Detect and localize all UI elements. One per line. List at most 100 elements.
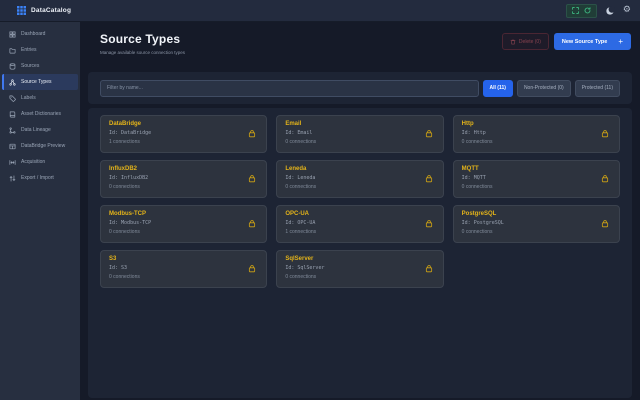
sidebar-item-label: Dashboard [21,31,46,37]
sidebar-item-export-import[interactable]: Export / Import [2,170,78,186]
source-types-panel: DataBridge Id: DataBridge 1 connections … [88,108,632,398]
sidebar-item-label: Entries [21,47,37,53]
card-id: Id: InfluxDB2 [109,174,149,181]
card-id: Id: Email [285,129,313,136]
settings-button[interactable]: ⚙ [623,6,631,15]
moon-icon [606,5,615,15]
horizontal-arrows-icon [9,159,16,165]
card-connections: 0 connections [285,138,317,145]
card-connections: 1 connections [285,228,317,235]
card-title: Leneda [285,166,307,172]
page-title: Source Types [100,32,181,46]
sidebar-item-source-types[interactable]: Source Types [2,74,78,90]
source-type-card-http[interactable]: Http Id: Http 0 connections [452,115,620,153]
card-title: S3 [109,256,117,262]
sidebar-item-dashboard[interactable]: Dashboard [2,26,78,42]
book-icon [9,111,16,117]
filter-name-input[interactable] [100,79,479,97]
sidebar-item-label: Sources [21,63,40,69]
lock-icon [425,130,432,138]
topbar-actions: ⚙ [565,3,631,18]
source-type-card-opc-ua[interactable]: OPC-UA Id: OPC-UA 1 connections [276,205,444,243]
card-connections: 1 connections [109,138,140,145]
status-pill[interactable] [565,3,597,18]
card-connections: 0 connections [461,138,493,145]
card-id: Id: Modbus-TCP [109,219,152,226]
trash-icon [510,39,516,44]
card-title: DataBridge [109,121,142,127]
theme-toggle-button[interactable] [605,5,615,16]
card-connections: 0 connections [109,273,140,280]
sidebar-item-label: DataBridge Preview [21,143,66,149]
gear-icon: ⚙ [622,5,631,15]
card-id: Id: PostgreSQL [461,219,504,226]
card-id: Id: Leneda [285,174,316,181]
sidebar-item-label: Acquisition [21,159,46,165]
main-content: Source Types Manage available source con… [80,22,640,400]
tag-icon [9,95,16,102]
sidebar-item-databridge-preview[interactable]: DataBridge Preview [2,138,78,154]
lock-icon [249,220,256,228]
sidebar-item-sources[interactable]: Sources [2,58,78,74]
sidebar-item-label: Source Types [21,79,52,85]
card-id: Id: S3 [109,264,128,271]
lock-icon [249,265,256,273]
header-actions: Delete (0) New Source Type + [501,33,631,50]
filter-bar: All (11) Non-Protected (0) Protected (11… [88,72,632,104]
up-down-arrows-icon [9,175,16,181]
new-source-type-button[interactable]: New Source Type + [553,33,631,50]
sidebar-item-data-lineage[interactable]: Data Lineage [2,122,78,138]
lock-icon [601,130,609,138]
lock-icon [425,265,432,273]
source-types-grid: DataBridge Id: DataBridge 1 connections … [100,115,620,288]
page-header: Source Types Manage available source con… [100,32,185,55]
topbar: DataCatalog ⚙ [0,0,640,22]
lock-icon [425,175,432,183]
dashboard-icon [9,31,16,37]
source-type-card-mqtt[interactable]: MQTT Id: MQTT 0 connections [452,160,620,198]
sidebar-item-asset-dictionaries[interactable]: Asset Dictionaries [2,106,78,122]
table-icon [9,143,16,149]
card-id: Id: OPC-UA [285,219,316,226]
app-window: DataCatalog ⚙ Dashboard Entries Sources … [0,0,640,400]
sidebar-item-acquisition[interactable]: Acquisition [2,154,78,170]
card-connections: 0 connections [285,273,317,280]
sidebar-item-entries[interactable]: Entries [2,42,78,58]
source-type-card-sqlserver[interactable]: SqlServer Id: SqlServer 0 connections [276,250,444,288]
refresh-icon [584,7,591,14]
card-id: Id: SqlServer [285,264,325,271]
card-connections: 0 connections [461,228,493,235]
source-type-card-databridge[interactable]: DataBridge Id: DataBridge 1 connections [100,115,268,153]
lock-icon [249,130,256,138]
nodes-icon [9,78,16,86]
sidebar-item-label: Data Lineage [21,127,51,133]
app-logo-icon [17,6,26,15]
card-id: Id: Http [461,129,486,136]
filter-non-protected-button[interactable]: Non-Protected (0) [516,79,571,97]
database-icon [9,62,16,70]
sidebar-item-label: Labels [21,95,36,101]
card-title: InfluxDB2 [109,166,138,172]
filter-protected-button[interactable]: Protected (11) [574,79,620,97]
new-source-type-label: New Source Type [561,38,608,45]
source-type-card-postgresql[interactable]: PostgreSQL Id: PostgreSQL 0 connections [452,205,620,243]
source-type-card-s3[interactable]: S3 Id: S3 0 connections [100,250,268,288]
card-title: OPC-UA [285,211,309,217]
source-type-card-influxdb2[interactable]: InfluxDB2 Id: InfluxDB2 0 connections [100,160,268,198]
card-title: SqlServer [285,256,314,262]
card-connections: 0 connections [461,183,493,190]
delete-button[interactable]: Delete (0) [501,33,549,50]
source-type-card-modbus-tcp[interactable]: Modbus-TCP Id: Modbus-TCP 0 connections [100,205,268,243]
sidebar-item-label: Asset Dictionaries [21,111,62,117]
card-id: Id: MQTT [461,174,486,181]
card-id: Id: DataBridge [109,129,152,136]
source-type-card-email[interactable]: Email Id: Email 0 connections [276,115,444,153]
filter-all-button[interactable]: All (11) [482,79,513,97]
sidebar-item-labels[interactable]: Labels [2,90,78,106]
expand-icon [572,7,579,14]
delete-button-label: Delete (0) [518,38,541,45]
card-title: Email [285,121,302,127]
lock-icon [425,220,432,228]
card-title: Modbus-TCP [109,211,146,217]
source-type-card-leneda[interactable]: Leneda Id: Leneda 0 connections [276,160,444,198]
